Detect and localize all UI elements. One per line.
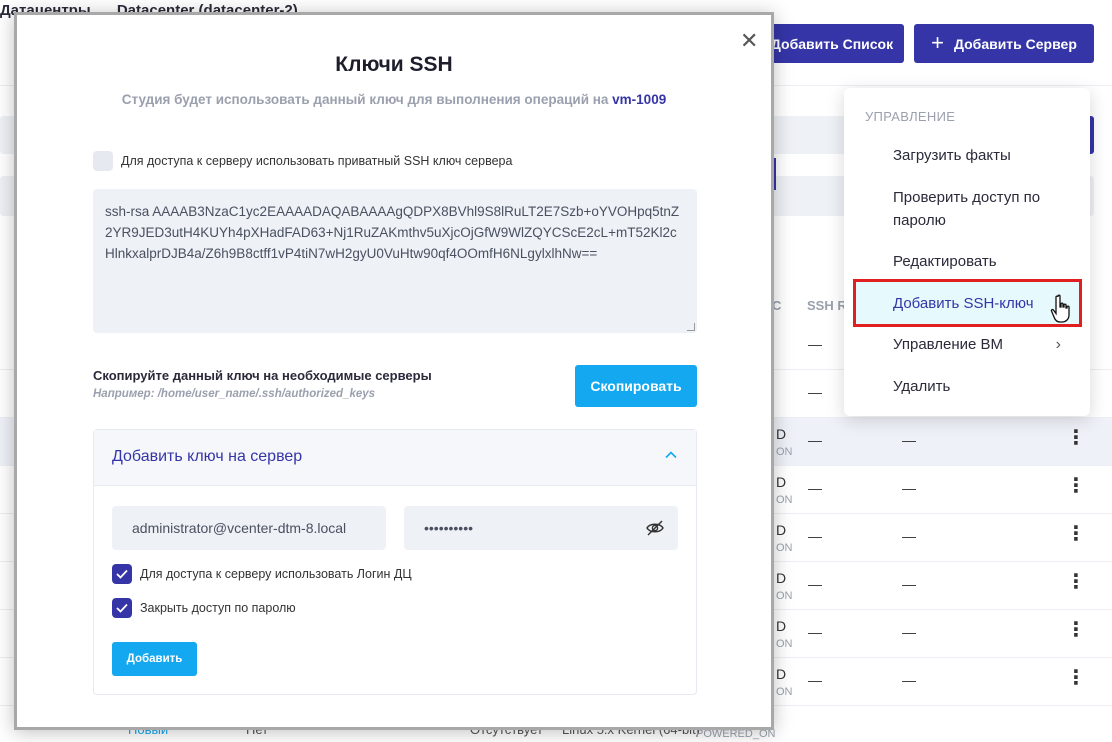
modal-subtitle-text: Студия будет использовать данный ключ дл… bbox=[121, 92, 609, 107]
kebab-menu-icon[interactable]: ⋮ bbox=[1066, 668, 1086, 688]
add-server-label: Добавить Сервер bbox=[953, 35, 1077, 52]
table-cell: — bbox=[808, 624, 822, 640]
hand-cursor-icon bbox=[1050, 294, 1070, 323]
use-dc-login-checkbox[interactable] bbox=[112, 564, 132, 584]
password-field[interactable] bbox=[404, 506, 678, 550]
menu-item-add-ssh-key[interactable]: Добавить SSH-ключ bbox=[853, 279, 1082, 327]
private-key-checkbox[interactable] bbox=[93, 151, 113, 171]
chevron-up-icon[interactable] bbox=[664, 448, 678, 462]
table-cell: — bbox=[902, 624, 916, 640]
close-password-label: Закрыть доступ по паролю bbox=[140, 601, 296, 615]
menu-item-check-password-access[interactable]: Проверить доступ по паролю bbox=[893, 186, 1073, 232]
menu-item-label: Управление ВМ bbox=[893, 336, 1004, 353]
check-icon bbox=[116, 603, 128, 613]
power-state: ON bbox=[776, 446, 793, 458]
power-state: ON bbox=[776, 542, 793, 554]
accordion-header[interactable]: Добавить ключ на сервер bbox=[94, 430, 696, 486]
copy-instruction: Скопируйте данный ключ на необходимые се… bbox=[93, 368, 432, 383]
menu-item-label: Редактировать bbox=[893, 253, 997, 270]
vm-name: vm-1009 bbox=[612, 92, 667, 107]
menu-item-label: Добавить SSH-ключ bbox=[893, 294, 1034, 312]
kebab-menu-icon[interactable]: ⋮ bbox=[1066, 428, 1086, 448]
resize-handle-icon[interactable] bbox=[687, 323, 695, 331]
menu-item-label: Удалить bbox=[893, 378, 951, 395]
menu-item-vm-management[interactable]: Управление ВМ › bbox=[893, 333, 1073, 356]
table-cell: — bbox=[808, 432, 822, 448]
add-key-accordion: Добавить ключ на сервер Для доступа к се… bbox=[93, 429, 697, 695]
kebab-menu-icon[interactable]: ⋮ bbox=[1066, 476, 1086, 496]
table-cell: — bbox=[808, 528, 822, 544]
close-icon[interactable]: ✕ bbox=[740, 30, 758, 52]
kebab-menu-icon[interactable]: ⋮ bbox=[1066, 572, 1086, 592]
private-key-checkbox-label: Для доступа к серверу использовать прива… bbox=[121, 154, 513, 168]
copy-hint: Например: /home/user_name/.ssh/authorize… bbox=[93, 388, 376, 400]
status-text: D bbox=[776, 522, 787, 538]
menu-item-delete[interactable]: Удалить bbox=[893, 375, 1073, 398]
table-cell: — bbox=[808, 672, 822, 688]
server-context-menu: УПРАВЛЕНИЕ Загрузить факты Проверить дос… bbox=[844, 88, 1090, 416]
power-state: ON bbox=[776, 686, 793, 698]
modal-title: Ключи SSH bbox=[335, 53, 453, 76]
kebab-menu-icon[interactable]: ⋮ bbox=[1066, 620, 1086, 640]
ssh-key-text: ssh-rsa AAAAB3NzaC1yc2EAAAADAQABAAAAgQDP… bbox=[105, 204, 680, 261]
status-text: D bbox=[776, 570, 787, 586]
modal-subtitle: Студия будет использовать данный ключ дл… bbox=[17, 92, 771, 107]
table-cell: — bbox=[808, 384, 822, 400]
add-key-button[interactable]: Добавить bbox=[112, 642, 197, 676]
context-menu-header: УПРАВЛЕНИЕ bbox=[865, 109, 956, 124]
kebab-menu-icon[interactable]: ⋮ bbox=[1066, 524, 1086, 544]
power-state: ON bbox=[776, 494, 793, 506]
table-cell: — bbox=[902, 672, 916, 688]
menu-item-label: Загрузить факты bbox=[893, 147, 1011, 164]
power-state: ON bbox=[776, 590, 793, 602]
copy-button[interactable]: Скопировать bbox=[575, 365, 697, 407]
chevron-right-icon: › bbox=[1055, 336, 1061, 353]
private-key-option[interactable]: Для доступа к серверу использовать прива… bbox=[93, 151, 512, 171]
status-text: D bbox=[776, 426, 787, 442]
accordion-title: Добавить ключ на сервер bbox=[112, 448, 303, 465]
power-state: ON bbox=[776, 638, 793, 650]
table-cell: — bbox=[902, 480, 916, 496]
close-password-option[interactable]: Закрыть доступ по паролю bbox=[112, 598, 296, 618]
status-text: D bbox=[776, 666, 787, 682]
use-dc-login-option[interactable]: Для доступа к серверу использовать Логин… bbox=[112, 564, 412, 584]
table-cell: — bbox=[808, 480, 822, 496]
login-field[interactable] bbox=[112, 506, 386, 550]
table-cell: — bbox=[902, 528, 916, 544]
table-cell: — bbox=[808, 336, 822, 352]
menu-item-edit[interactable]: Редактировать bbox=[893, 250, 1073, 273]
status-text: D bbox=[776, 474, 787, 490]
column-header-ssh[interactable]: SSH R bbox=[807, 298, 847, 313]
status-text: D bbox=[776, 618, 787, 634]
eye-off-icon[interactable] bbox=[646, 520, 664, 536]
plus-icon: + bbox=[931, 29, 944, 55]
menu-item-load-facts[interactable]: Загрузить факты bbox=[893, 144, 1073, 167]
use-dc-login-label: Для доступа к серверу использовать Логин… bbox=[140, 567, 412, 581]
table-cell: — bbox=[902, 432, 916, 448]
close-password-checkbox[interactable] bbox=[112, 598, 132, 618]
add-list-label: Добавить Список bbox=[770, 35, 894, 52]
menu-item-label: Проверить доступ по паролю bbox=[893, 189, 1041, 229]
add-list-button[interactable]: Добавить Список bbox=[760, 24, 904, 63]
ssh-key-textarea[interactable]: ssh-rsa AAAAB3NzaC1yc2EAAAADAQABAAAAgQDP… bbox=[93, 189, 697, 333]
table-cell: — bbox=[808, 576, 822, 592]
add-server-button[interactable]: + Добавить Сервер bbox=[914, 24, 1094, 63]
check-icon bbox=[116, 569, 128, 579]
table-cell: — bbox=[902, 576, 916, 592]
ssh-keys-modal: ✕ Ключи SSH Студия будет использовать да… bbox=[14, 12, 774, 730]
